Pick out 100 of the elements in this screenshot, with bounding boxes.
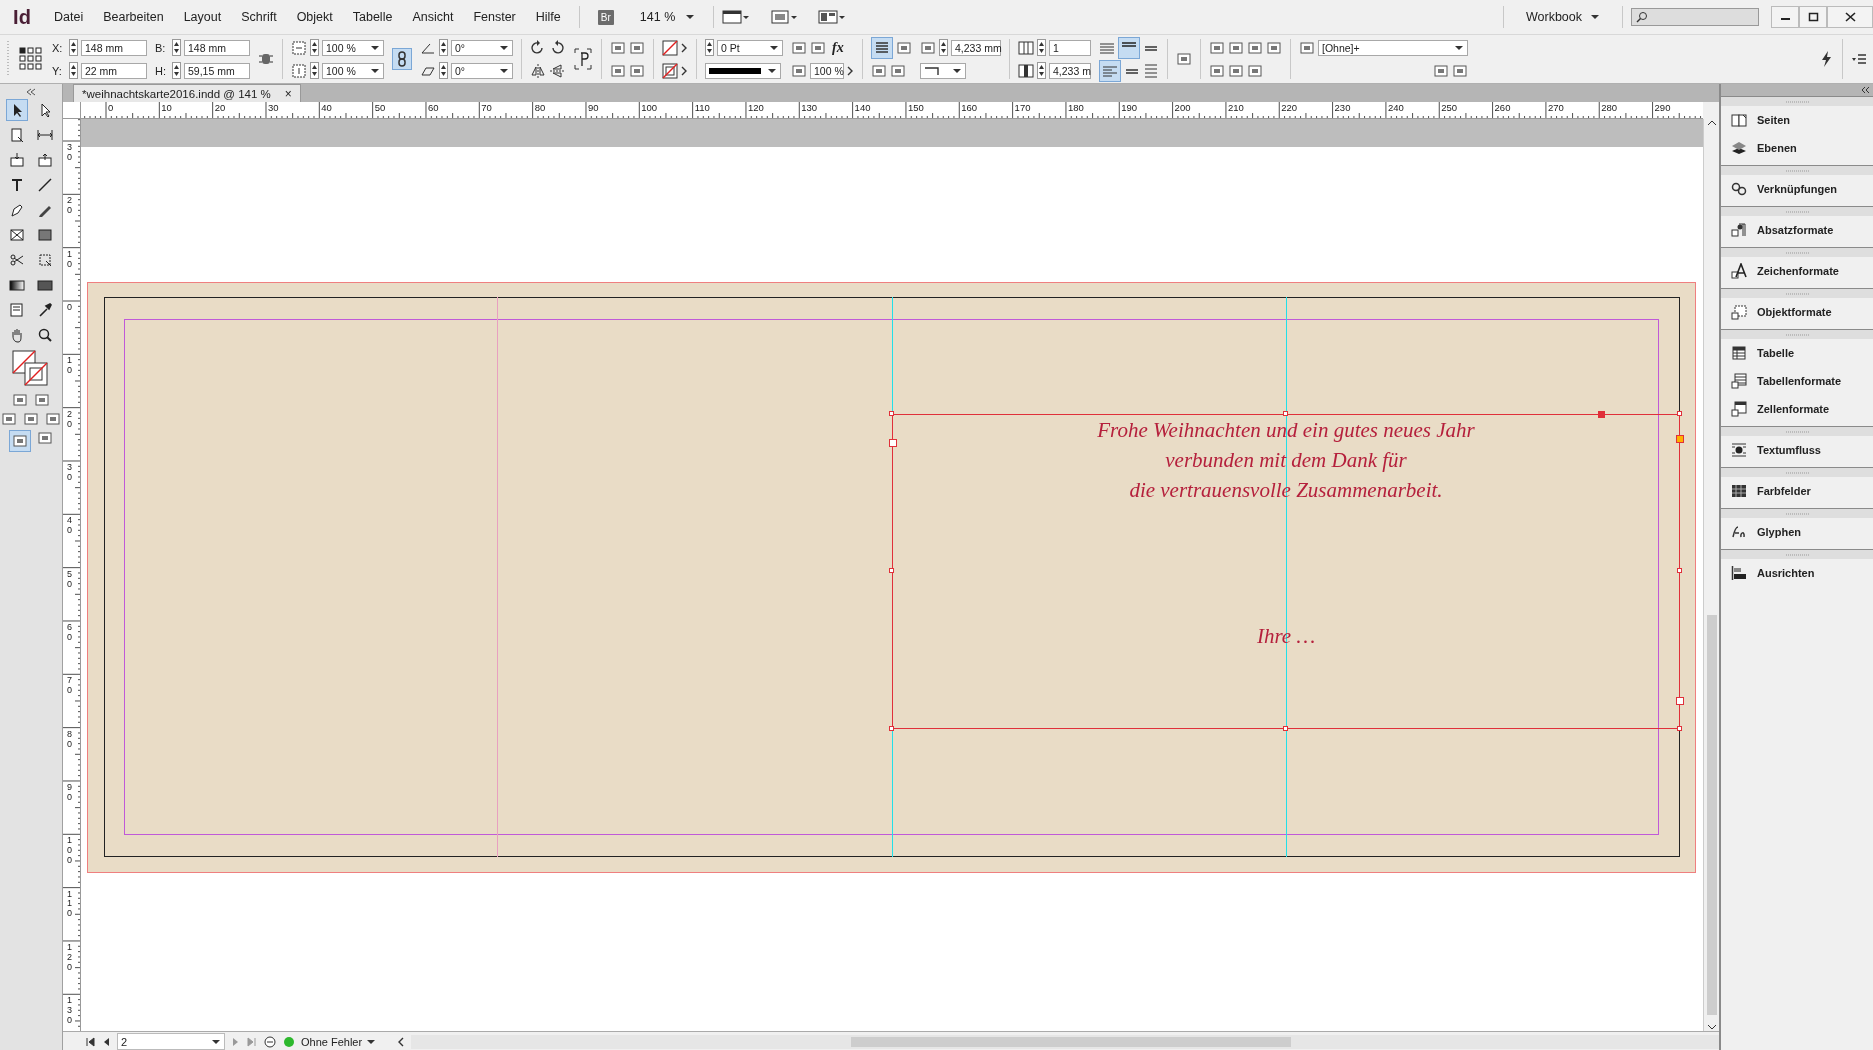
note-tool-icon[interactable] — [9, 302, 25, 318]
rotate-cw-icon[interactable] — [530, 39, 546, 56]
panel-item[interactable]: Verknüpfungen — [1721, 175, 1873, 203]
stroke-none-icon[interactable] — [662, 62, 678, 79]
spin-button[interactable] — [939, 39, 948, 56]
transform-tool-icon[interactable] — [37, 252, 53, 268]
panel-item[interactable]: Farbfelder — [1721, 477, 1873, 505]
screen-mode-icon[interactable] — [722, 8, 751, 26]
fill-none-icon[interactable] — [662, 39, 678, 56]
reference-point-icon[interactable] — [18, 46, 44, 72]
direction-frame-icon[interactable] — [573, 47, 593, 71]
panel-item[interactable]: Tabelle — [1721, 339, 1873, 367]
minimize-button[interactable] — [1771, 6, 1799, 28]
line-tool-icon[interactable] — [37, 177, 53, 193]
workspace-dropdown[interactable]: Workbook — [1511, 10, 1614, 24]
panel-item[interactable]: Tabellenformate — [1721, 367, 1873, 395]
frame-tool-icon[interactable] — [9, 227, 25, 243]
spin-button[interactable] — [69, 62, 78, 79]
panel-item[interactable]: Textumfluss — [1721, 436, 1873, 464]
panel-item[interactable]: Ausrichten — [1721, 559, 1873, 587]
spin-button[interactable] — [1037, 62, 1046, 79]
spin-button[interactable] — [705, 39, 714, 56]
constrain-proportions-icon[interactable] — [258, 51, 274, 67]
spin-button[interactable] — [69, 39, 78, 56]
panel-item[interactable]: Absatzformate — [1721, 216, 1873, 244]
horizontal-scrollbar[interactable] — [411, 1034, 1719, 1049]
spin-button[interactable] — [310, 39, 319, 56]
scroll-up-icon[interactable] — [1706, 119, 1717, 127]
panel-menu-icon[interactable] — [1851, 51, 1867, 67]
spin-button[interactable] — [172, 62, 181, 79]
view-options-icon[interactable] — [770, 8, 799, 26]
scroll-left-icon[interactable] — [397, 1036, 405, 1047]
corner-dropdown[interactable] — [920, 62, 966, 79]
spin-button[interactable] — [439, 62, 448, 79]
content-collector-icon[interactable] — [9, 152, 25, 168]
fill-stroke-drawing[interactable] — [11, 349, 51, 389]
selection-handle[interactable] — [1283, 726, 1288, 731]
paragraph-style-icon[interactable] — [1731, 222, 1747, 238]
menu-item[interactable]: Ansicht — [402, 10, 464, 24]
spin-button[interactable] — [172, 39, 181, 56]
text-wrap-icon[interactable] — [1731, 442, 1747, 458]
selection-handle[interactable] — [1677, 568, 1682, 574]
vertical-scrollbar[interactable] — [1703, 119, 1719, 1031]
link-toggle[interactable] — [392, 48, 412, 70]
selection-handle[interactable] — [889, 568, 894, 574]
panel-item[interactable]: Zellenformate — [1721, 395, 1873, 423]
document-tab[interactable]: *weihnachtskarte2016.indd @ 141 % × — [73, 84, 301, 102]
menu-item[interactable]: Fenster — [463, 10, 526, 24]
panel-item[interactable]: Seiten — [1721, 106, 1873, 134]
panel-item[interactable]: Ebenen — [1721, 134, 1873, 162]
first-page-icon[interactable] — [85, 1036, 95, 1047]
gutter-icon[interactable] — [1018, 62, 1034, 79]
spin-button[interactable] — [439, 39, 448, 56]
menu-item[interactable]: Objekt — [286, 10, 343, 24]
vertical-justify-icon[interactable] — [1143, 62, 1159, 79]
table-icon[interactable] — [1731, 345, 1747, 361]
bridge-button[interactable]: Br — [597, 9, 614, 25]
menu-item[interactable]: Hilfe — [525, 10, 571, 24]
search-field[interactable] — [1631, 8, 1759, 26]
out-port-handle[interactable] — [1676, 697, 1684, 705]
corner-handle[interactable] — [1598, 411, 1605, 418]
selection-handle[interactable] — [1283, 411, 1288, 416]
gap-tool-icon[interactable] — [37, 127, 53, 143]
size-field[interactable]: 59,15 mm — [184, 62, 250, 79]
selection-handle[interactable] — [1677, 411, 1682, 416]
spin-button[interactable] — [310, 62, 319, 79]
gradient-feather-icon[interactable] — [37, 277, 53, 293]
angle-field[interactable]: 0° — [451, 39, 513, 56]
swatch-grid-icon[interactable] — [1731, 483, 1747, 499]
ruler-origin[interactable] — [63, 102, 81, 119]
out-port-handle[interactable] — [1676, 435, 1684, 443]
size-field[interactable]: 148 mm — [184, 39, 250, 56]
panel-item[interactable]: Objektformate — [1721, 298, 1873, 326]
content-placer-icon[interactable] — [37, 152, 53, 168]
selection-handle[interactable] — [1677, 726, 1682, 731]
page-tool-icon[interactable] — [9, 127, 25, 143]
rectangle-tool-icon[interactable] — [37, 227, 53, 243]
glyph-icon[interactable] — [1731, 524, 1747, 540]
position-field[interactable]: 22 mm — [81, 62, 147, 79]
pen-tool-icon[interactable] — [9, 202, 25, 218]
type-tool-icon[interactable] — [9, 177, 25, 193]
close-tab-button[interactable]: × — [284, 86, 292, 101]
character-style-icon[interactable] — [1731, 263, 1747, 279]
position-field[interactable]: 148 mm — [81, 39, 147, 56]
zoom-tool-icon[interactable] — [37, 327, 53, 343]
collapse-icon[interactable] — [1860, 86, 1870, 94]
cell-style-icon[interactable] — [1731, 401, 1747, 417]
layers-icon[interactable] — [1731, 140, 1747, 156]
angle-field[interactable]: 0° — [451, 62, 513, 79]
gradient-swatch-icon[interactable] — [9, 277, 25, 293]
panel-item[interactable]: Glyphen — [1721, 518, 1873, 546]
gutter-field[interactable]: 4,233 m — [1049, 62, 1091, 79]
text-frame-options-icon[interactable] — [874, 39, 890, 56]
collapse-icon[interactable] — [25, 88, 37, 96]
preflight-dropdown[interactable]: Ohne Fehler — [301, 1035, 391, 1048]
effects-button[interactable]: fx — [829, 39, 847, 56]
offset-field[interactable]: 4,233 mm — [951, 39, 1001, 56]
chain-links-icon[interactable] — [1731, 181, 1747, 197]
menu-item[interactable]: Tabelle — [342, 10, 403, 24]
flip-horizontal-icon[interactable] — [530, 62, 546, 79]
